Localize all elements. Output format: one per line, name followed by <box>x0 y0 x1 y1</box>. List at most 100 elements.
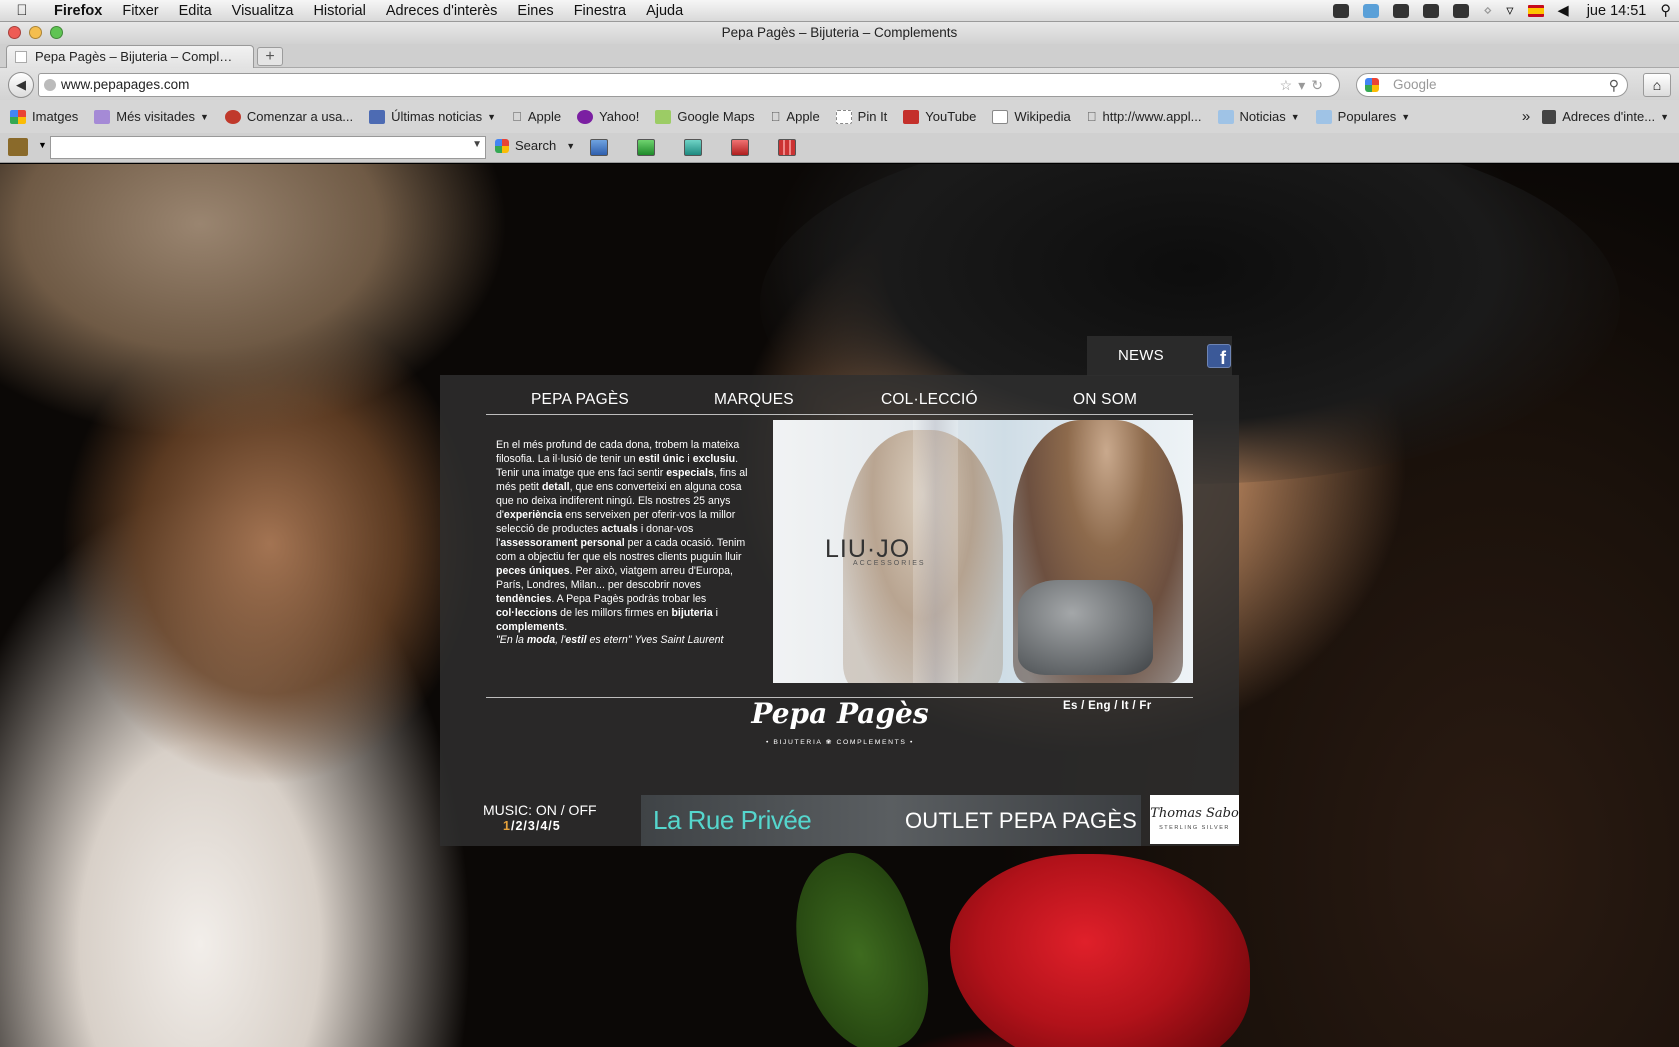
addon-search-input[interactable]: ▼ <box>50 136 486 159</box>
new-tab-button[interactable]: + <box>257 47 283 66</box>
addon-calendar-icon[interactable] <box>778 139 796 156</box>
quote-run: moda <box>526 634 556 646</box>
minimize-window-icon[interactable] <box>29 26 42 39</box>
background-photo-leaf <box>769 839 951 1047</box>
menu-fitxer[interactable]: Fitxer <box>112 3 168 19</box>
outlet-banner[interactable]: La Rue Privée OUTLET PEPA PAGÈS <box>641 795 1141 846</box>
bookmark-pin-it[interactable]: Pin It <box>835 109 887 124</box>
outlet-label: OUTLET PEPA PAGÈS <box>905 808 1138 833</box>
glass-panel <box>913 420 958 683</box>
search-icon[interactable]: ⚲ <box>1609 74 1619 96</box>
facebook-icon[interactable]: f <box>1207 344 1231 368</box>
bookmark-google-maps[interactable]: Google Maps <box>655 109 755 124</box>
menu-historial[interactable]: Historial <box>303 3 375 19</box>
bookmark-apple-2[interactable]: Apple <box>771 109 820 124</box>
intro-run: col·leccions <box>496 607 558 619</box>
nav-on-som[interactable]: ON SOM <box>1073 391 1137 409</box>
intro-run: complements <box>496 621 565 633</box>
bookmark-mes-visitades[interactable]: Més visitades ▼ <box>94 109 209 124</box>
search-input[interactable]: Google ⚲ <box>1356 73 1628 97</box>
bookmark-star-icon[interactable]: ☆ <box>1280 77 1299 93</box>
addon-teal-icon[interactable] <box>684 139 702 156</box>
bookmark-label: Yahoo! <box>589 109 639 124</box>
track-5[interactable]: 5 <box>553 819 561 833</box>
track-1[interactable]: 1 <box>503 819 511 833</box>
nav-pepa-pages[interactable]: PEPA PAGÈS <box>531 391 629 409</box>
overflow-chevron[interactable]: » <box>1522 108 1530 125</box>
wifi-icon[interactable]: ▿ <box>1506 3 1513 19</box>
bookmark-imatges[interactable]: Imatges <box>10 109 78 124</box>
track-3[interactable]: 3 <box>528 819 536 833</box>
logo-tagline: • BIJUTERIA ❀ COMPLEMENTS • <box>765 739 915 746</box>
bookmark-youtube[interactable]: YouTube <box>903 109 976 124</box>
bookmark-wikipedia[interactable]: Wikipedia <box>992 109 1071 124</box>
bookmark-label: Google Maps <box>667 109 754 124</box>
menu-ajuda[interactable]: Ajuda <box>636 3 693 19</box>
menu-edita[interactable]: Edita <box>169 3 222 19</box>
addon-blue-icon[interactable] <box>590 139 608 156</box>
thomas-sabo-banner[interactable]: Thomas Sabo STERLING SILVER <box>1150 795 1239 844</box>
spotlight-icon[interactable]: ⚲ <box>1660 3 1671 19</box>
bookmark-apple[interactable]: Apple <box>512 109 561 124</box>
language-selector[interactable]: Es / Eng / It / Fr <box>1063 700 1151 712</box>
close-window-icon[interactable] <box>8 26 21 39</box>
bookmark-folder-noticias[interactable]: Noticias ▼ <box>1217 109 1300 124</box>
bookmark-ultimas-noticias[interactable]: Últimas noticias ▼ <box>369 109 496 124</box>
menu-visualitza[interactable]: Visualitza <box>222 3 304 19</box>
addon-green-icon[interactable] <box>637 139 655 156</box>
site-identity-icon[interactable] <box>44 79 56 91</box>
nav-colleccio[interactable]: COL·LECCIÓ <box>881 391 978 409</box>
clock[interactable]: jue 14:51 <box>1587 3 1647 19</box>
addon-red-icon[interactable] <box>731 139 749 156</box>
news-link[interactable]: NEWS <box>1118 347 1164 364</box>
track-selector: 1/2/3/4/5 <box>503 819 561 833</box>
page-favicon-icon <box>15 51 27 63</box>
menu-app[interactable]: Firefox <box>44 3 112 19</box>
music-toggle[interactable]: MUSIC: ON / OFF <box>483 802 597 818</box>
zoom-window-icon[interactable] <box>50 26 63 39</box>
intro-run: i <box>712 607 718 619</box>
url-bar[interactable]: www.pepapages.com ☆▾↻ <box>38 73 1340 97</box>
quote-run: estil <box>565 634 587 646</box>
mac-menubar:  Firefox Fitxer Edita Visualitza Histor… <box>0 0 1679 22</box>
chevron-down-icon: ▼ <box>1660 111 1669 122</box>
bookmark-label: Wikipedia <box>994 109 1070 124</box>
sync-icon[interactable] <box>1363 4 1380 18</box>
bookmark-appl-url[interactable]: http://www.appl... <box>1087 109 1202 124</box>
addon-logo-icon[interactable] <box>8 138 28 156</box>
addon-search-button[interactable]: Search ▼ <box>495 138 575 153</box>
spiral-icon[interactable] <box>1393 4 1410 18</box>
bluetooth-icon[interactable]: ⋄ <box>1483 3 1492 19</box>
nav-marques[interactable]: MARQUES <box>714 391 794 409</box>
input-flag-icon[interactable] <box>1527 5 1544 17</box>
volume-icon[interactable]: ◀ <box>1558 3 1569 19</box>
status-area: ⋄ ▿ ◀ jue 14:51 ⚲ <box>1333 0 1671 22</box>
grid-icon[interactable] <box>1423 4 1440 18</box>
bookmark-comenzar[interactable]: Comenzar a usa... <box>224 109 353 124</box>
liu-jo-subtitle: ACCESSORIES <box>853 560 926 567</box>
google-engine-icon[interactable] <box>1365 78 1379 92</box>
bookmark-folder-populares[interactable]: Populares ▼ <box>1315 109 1410 124</box>
screen:  Firefox Fitxer Edita Visualitza Histor… <box>0 0 1679 1047</box>
pepa-pages-logo[interactable]: Pepa Pagès <box>740 697 940 730</box>
reload-icon[interactable]: ↻ <box>1311 77 1329 93</box>
dropdown-icon[interactable]: ▾ <box>1298 77 1311 93</box>
menu-eines[interactable]: Eines <box>507 3 563 19</box>
dropdown-icon[interactable]: ▼ <box>472 139 482 150</box>
home-button[interactable]: ⌂ <box>1643 73 1671 97</box>
apple-menu-icon[interactable]:  <box>0 2 44 19</box>
check-icon[interactable] <box>1333 4 1350 18</box>
menu-adreces[interactable]: Adreces d'interès <box>376 3 508 19</box>
bookmark-label: http://www.appl... <box>1073 109 1202 124</box>
folder-icon <box>1217 109 1234 124</box>
bookmarks-menu-icon <box>1542 109 1557 124</box>
quote-run: "En la <box>496 634 527 646</box>
featured-brand-photo[interactable]: LIU·JO ACCESSORIES <box>773 420 1193 683</box>
chevron-down-icon[interactable]: ▼ <box>38 140 47 150</box>
menu-finestra[interactable]: Finestra <box>564 3 636 19</box>
time-machine-icon[interactable] <box>1453 4 1470 18</box>
back-button[interactable]: ◀ <box>8 72 34 98</box>
bookmarks-menu-label[interactable]: Adreces d'inte... <box>1562 109 1655 124</box>
tab-pepapages[interactable]: Pepa Pagès – Bijuteria – Compl… <box>6 45 254 68</box>
bookmark-yahoo[interactable]: Yahoo! <box>577 109 639 124</box>
